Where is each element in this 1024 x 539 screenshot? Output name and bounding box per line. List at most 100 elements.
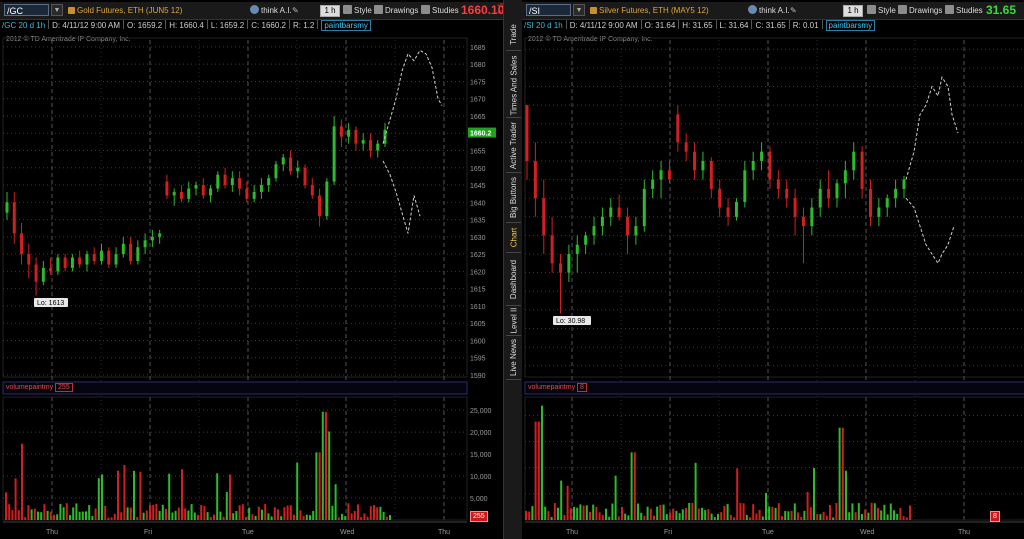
- volume-bar: [5, 492, 7, 520]
- side-tab-level-ii[interactable]: Level II: [505, 307, 522, 333]
- volume-bar: [745, 514, 748, 520]
- candle-body: [332, 126, 336, 182]
- volume-bar: [813, 468, 815, 520]
- candle-body: [902, 179, 906, 189]
- volume-bar: [665, 514, 668, 520]
- volume-bar: [21, 443, 23, 520]
- volume-bar: [40, 512, 43, 520]
- volume-bar: [841, 427, 844, 520]
- volume-bar: [235, 511, 238, 520]
- volume-bar: [768, 506, 771, 520]
- volume-bar: [305, 514, 308, 520]
- x-tick-label: Thu: [46, 529, 58, 536]
- volume-bar: [59, 503, 62, 520]
- candle-body: [325, 181, 329, 217]
- candle-body: [567, 254, 571, 273]
- volume-bar: [659, 504, 662, 520]
- volume-bar: [777, 503, 780, 520]
- side-tab-times-and-sales[interactable]: Times And Sales: [505, 55, 522, 115]
- volume-bar: [720, 512, 723, 520]
- volume-bar: [787, 511, 790, 520]
- volume-bar: [534, 421, 537, 520]
- gold-volume-study-label[interactable]: volumepaintmy 255: [6, 383, 73, 393]
- volume-bar: [723, 506, 726, 520]
- volume-bar: [293, 514, 295, 520]
- volume-bar: [203, 506, 206, 520]
- volume-bar: [62, 507, 65, 520]
- candle-body: [818, 188, 822, 208]
- gold-chart-panel: /GC ▼ Gold Futures, ETH (JUN5 12) think …: [0, 0, 516, 539]
- candle-body: [701, 160, 705, 171]
- volume-bar: [209, 517, 212, 520]
- volume-bar: [873, 503, 876, 520]
- volume-bar: [129, 507, 132, 520]
- x-tick-label: Thu: [438, 529, 450, 536]
- volume-bar: [848, 512, 851, 520]
- side-tab-live-news[interactable]: Live News: [505, 337, 522, 377]
- volume-bar: [531, 506, 534, 520]
- candle-body: [667, 170, 671, 180]
- volume-bar: [190, 504, 193, 520]
- volume-bar: [53, 514, 55, 520]
- side-tab-chart[interactable]: Chart: [505, 225, 522, 250]
- candle-body: [368, 140, 372, 151]
- candle-body: [751, 160, 755, 171]
- side-tab-active-trader[interactable]: Active Trader: [505, 120, 522, 170]
- volume-bar: [864, 509, 867, 520]
- volume-bar: [832, 517, 835, 520]
- volume-bar: [605, 508, 607, 520]
- volume-bar: [238, 505, 241, 520]
- volume-bar: [640, 512, 643, 520]
- volume-bar: [174, 510, 177, 520]
- candle-body: [734, 201, 738, 217]
- volume-bar: [617, 516, 620, 520]
- volume-bar: [819, 514, 822, 520]
- candle-body: [659, 170, 663, 180]
- volume-bar: [822, 511, 825, 520]
- candle-body: [600, 216, 604, 227]
- volume-bar: [184, 508, 187, 520]
- side-tab-dashboard[interactable]: Dashboard: [505, 255, 522, 303]
- silver-chart-canvas[interactable]: 32.432.332.232.13231.931.831.731.631.531…: [522, 0, 1024, 539]
- volume-bar: [749, 517, 751, 520]
- volume-bar: [254, 515, 257, 520]
- candle-body: [143, 240, 147, 248]
- volume-bar: [382, 511, 385, 520]
- volume-bar: [353, 510, 356, 520]
- candle-body: [339, 126, 343, 137]
- volume-bar: [373, 505, 375, 520]
- gold-chart-canvas[interactable]: 1685168016751670166516601655165016451640…: [0, 0, 503, 539]
- candle-body: [289, 157, 292, 172]
- volume-bar: [30, 509, 33, 520]
- candle-body: [760, 151, 764, 161]
- candle-body: [230, 178, 234, 186]
- volume-bar: [525, 510, 527, 520]
- volume-bar: [113, 513, 116, 520]
- candle-body: [209, 188, 213, 196]
- silver-volume-study-label[interactable]: volumepaintmy 8: [528, 383, 587, 393]
- side-tab-trade[interactable]: Trade: [505, 20, 522, 48]
- volume-bar: [369, 506, 372, 520]
- y-tick-label: 1600: [470, 338, 486, 345]
- candle-body: [810, 207, 814, 227]
- candle-body: [172, 191, 176, 196]
- candle-body: [676, 114, 680, 143]
- volume-bar: [752, 504, 755, 520]
- volume-bar: [280, 516, 283, 520]
- x-tick-label: Wed: [860, 529, 874, 536]
- volume-bar: [309, 515, 311, 520]
- candle-body: [559, 263, 563, 273]
- y-tick-label: 1625: [470, 252, 486, 259]
- volume-bar: [835, 502, 838, 520]
- volume-bar: [624, 513, 627, 520]
- silver-volume-tag: 8: [990, 511, 1000, 522]
- volume-bar: [755, 513, 758, 520]
- volume-bar: [360, 517, 363, 520]
- candle-body: [179, 191, 183, 199]
- price-plot-frame: [2, 37, 468, 378]
- candle-body: [252, 191, 256, 199]
- side-tab-big-buttons[interactable]: Big Buttons: [505, 175, 522, 220]
- volume-bar: [155, 504, 158, 520]
- candle-body: [877, 207, 881, 217]
- volume-bar: [883, 504, 886, 520]
